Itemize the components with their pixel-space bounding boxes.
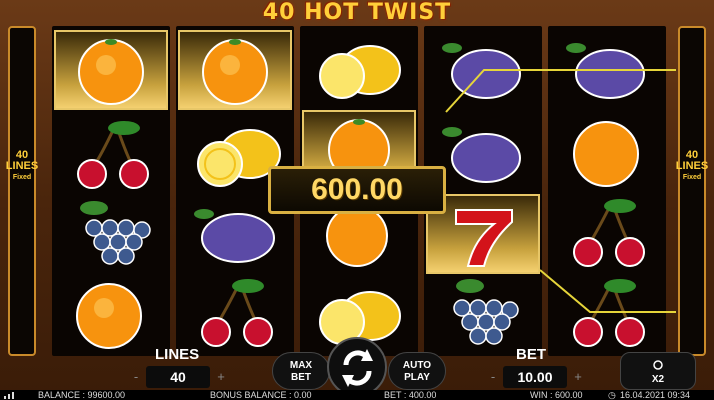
bonus-balance-text: BONUS BALANCE : 0.00 — [210, 390, 312, 400]
datetime-text: 16.04.2021 09:34 — [620, 390, 691, 400]
lines-label: LINES — [155, 346, 200, 363]
payline-lower-segment — [539, 269, 676, 313]
win-text: WIN : 600.00 — [530, 390, 583, 400]
bet-plus-button[interactable]: + — [569, 366, 587, 388]
speed-label: X2 — [651, 374, 665, 385]
spin-arrows-icon — [342, 349, 373, 387]
clock-icon: ◷ — [608, 390, 616, 400]
total-bet-text: BET : 400.00 — [384, 390, 437, 400]
speed-icon — [653, 360, 663, 370]
payline-upper-segment — [445, 69, 676, 113]
win-amount-display: 600.00 — [268, 166, 446, 214]
spin-button[interactable] — [327, 337, 387, 397]
lines-plus-button[interactable]: + — [212, 366, 230, 388]
balance-text: BALANCE : 99600.00 — [38, 390, 126, 400]
bet-value: 10.00 — [503, 366, 567, 388]
bet-minus-button[interactable]: - — [484, 366, 502, 388]
lines-minus-button[interactable]: - — [127, 366, 145, 388]
signal-icon — [4, 392, 14, 399]
bet-label: BET — [516, 346, 546, 363]
status-bar: BALANCE : 99600.00 BONUS BALANCE : 0.00 … — [0, 390, 714, 400]
max-bet-button[interactable]: MAX BET — [272, 352, 330, 390]
auto-play-button[interactable]: AUTO PLAY — [388, 352, 446, 390]
lines-value: 40 — [146, 366, 210, 388]
speed-toggle-button[interactable]: X2 — [620, 352, 696, 390]
